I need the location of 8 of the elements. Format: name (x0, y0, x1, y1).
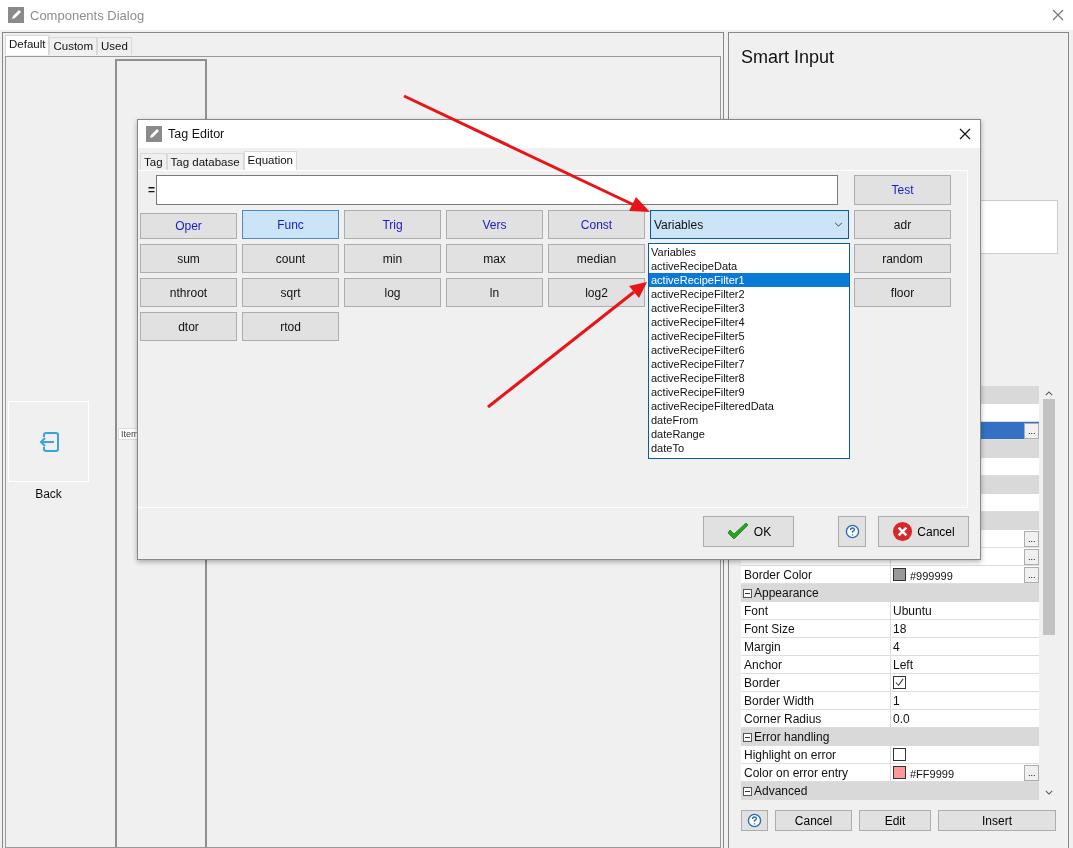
section-title: Appearance (754, 586, 819, 600)
panel-title: Smart Input (741, 47, 836, 69)
tile-label: Back (34, 487, 63, 501)
equals-label: = (147, 183, 156, 197)
section-title: Error handling (754, 730, 830, 744)
section-title: Advanced (754, 784, 808, 798)
dialog-title: Tag Editor (168, 127, 225, 141)
window-title: Components Dialog (30, 7, 145, 23)
